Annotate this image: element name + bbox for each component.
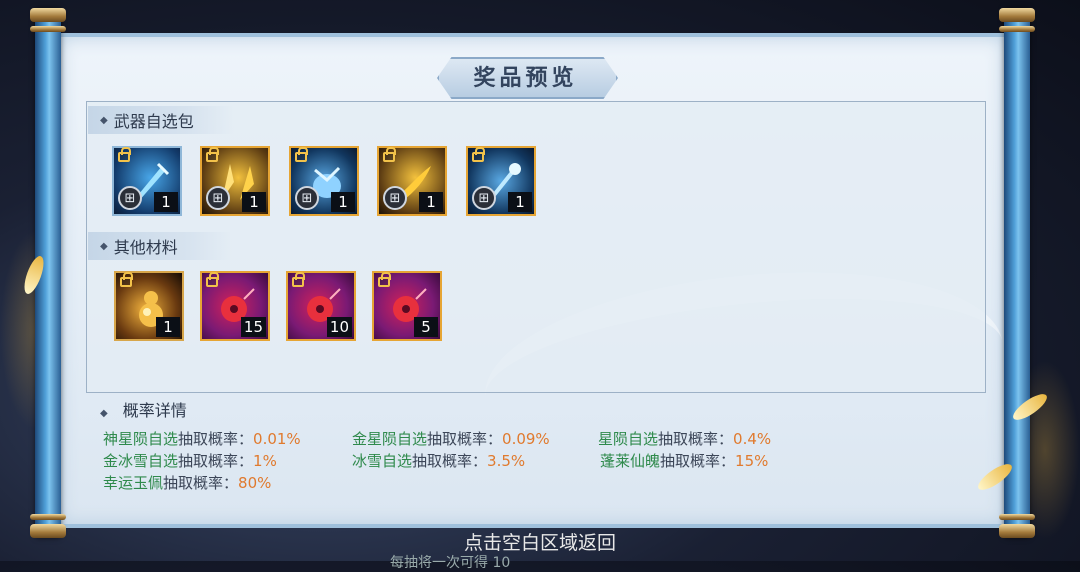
prob-key: 抽取概率： [660, 452, 736, 470]
probability-row: 蓬莱仙魄抽取概率：15% [600, 450, 768, 471]
item-quantity: 5 [414, 317, 438, 337]
gift-icon: ⊞ [383, 186, 407, 210]
probability-row: 冰雪自选抽取概率：3.5% [352, 450, 525, 471]
lock-icon [118, 147, 131, 162]
gift-icon: ⊞ [206, 186, 230, 210]
draw-reward-hint: 每抽将一次可得 10 [390, 555, 511, 571]
prize-name: 蓬莱仙魄 [600, 452, 661, 470]
lock-icon [472, 147, 485, 162]
gift-icon: ⊞ [118, 186, 142, 210]
title-plate: 奖品预览 [437, 57, 618, 99]
lock-icon [292, 272, 305, 287]
item-quantity: 1 [331, 192, 355, 212]
prob-key: 抽取概率： [412, 452, 488, 470]
probability-row: 幸运玉佩抽取概率：80% [103, 472, 271, 493]
rod-cap [999, 8, 1035, 22]
diamond-bullet-icon: ◆ [100, 114, 108, 126]
prize-name: 幸运玉佩 [103, 474, 164, 492]
prob-key: 抽取概率： [658, 430, 734, 448]
prize-name: 金冰雪自选 [103, 452, 179, 470]
rod-cap [30, 8, 66, 22]
section-label-text: 武器自选包 [113, 112, 194, 131]
prob-value: 0.4% [733, 430, 772, 448]
prob-value: 0.09% [502, 430, 550, 448]
rod-cap [999, 26, 1035, 32]
prize-item[interactable]: ⊞ 1 [112, 146, 182, 216]
probability-heading: ◆ 概率详情 [100, 397, 187, 421]
prize-name: 神星陨自选 [103, 430, 179, 448]
prob-key: 抽取概率： [163, 474, 239, 492]
prize-item[interactable]: 15 [200, 271, 270, 341]
rod-cap [999, 514, 1035, 520]
probability-title: 概率详情 [122, 401, 187, 420]
prob-value: 1% [253, 452, 277, 470]
prize-item[interactable]: ⊞ 1 [377, 146, 447, 216]
item-quantity: 1 [242, 192, 266, 212]
prize-name: 金星陨自选 [352, 430, 428, 448]
lock-icon [120, 272, 133, 287]
item-quantity: 10 [326, 317, 352, 337]
prize-item[interactable]: ⊞ 1 [200, 146, 270, 216]
probability-row: 金冰雪自选抽取概率：1% [103, 450, 277, 471]
item-quantity: 1 [156, 317, 180, 337]
section-label-weapons: ◆ 武器自选包 [88, 106, 234, 134]
probability-row: 金星陨自选抽取概率：0.09% [352, 428, 550, 449]
lock-icon [378, 272, 391, 287]
scroll-rod-right [999, 8, 1035, 538]
prize-item[interactable]: 1 [114, 271, 184, 341]
gift-icon: ⊞ [472, 186, 496, 210]
item-quantity: 1 [508, 192, 532, 212]
tap-to-return-hint[interactable]: 点击空白区域返回 [0, 528, 1080, 555]
item-quantity: 15 [240, 317, 266, 337]
section-label-text: 其他材料 [113, 238, 178, 257]
prize-item[interactable]: ⊞ 1 [289, 146, 359, 216]
prob-value: 15% [735, 452, 769, 470]
lock-icon [295, 147, 308, 162]
page-title: 奖品预览 [473, 65, 578, 91]
diamond-bullet-icon: ◆ [100, 240, 108, 252]
prob-value: 0.01% [253, 430, 301, 448]
item-quantity: 1 [154, 192, 178, 212]
prize-item[interactable]: 10 [286, 271, 356, 341]
diamond-bullet-icon: ◆ [100, 408, 108, 419]
prob-key: 抽取概率： [427, 430, 503, 448]
rod-cap [30, 26, 66, 32]
gift-icon: ⊞ [295, 186, 319, 210]
probability-row: 神星陨自选抽取概率：0.01% [103, 428, 301, 449]
section-label-materials: ◆ 其他材料 [88, 232, 232, 260]
prize-item[interactable]: ⊞ 1 [466, 146, 536, 216]
prize-name: 星陨自选 [598, 430, 659, 448]
lock-icon [383, 147, 396, 162]
lock-icon [206, 272, 219, 287]
prob-value: 3.5% [487, 452, 526, 470]
prob-key: 抽取概率： [178, 430, 254, 448]
prob-key: 抽取概率： [178, 452, 254, 470]
prize-item[interactable]: 5 [372, 271, 442, 341]
prob-value: 80% [238, 474, 272, 492]
lock-icon [206, 147, 219, 162]
item-quantity: 1 [419, 192, 443, 212]
probability-row: 星陨自选抽取概率：0.4% [598, 428, 771, 449]
rod-cap [30, 514, 66, 520]
prize-name: 冰雪自选 [352, 452, 413, 470]
